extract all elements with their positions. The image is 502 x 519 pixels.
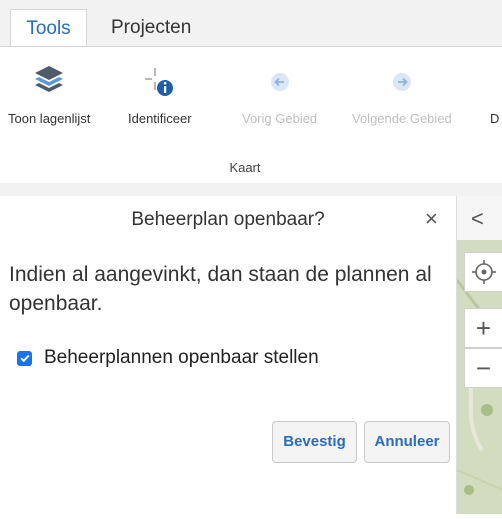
arrow-right-icon [352,62,452,102]
layers-icon [8,62,90,102]
locate-icon [471,260,496,284]
tab-tools[interactable]: Tools [10,9,87,47]
checkmark-icon [20,354,30,363]
truncated-tool-button[interactable]: D [490,62,499,126]
previous-extent-label: Vorig Gebied [242,111,318,126]
ribbon-group-label: Kaart [229,160,261,175]
cancel-button[interactable]: Annuleer [364,421,450,463]
collapse-panel-icon[interactable]: < [471,208,484,230]
locate-button[interactable] [464,252,502,292]
panel-gap [0,183,502,196]
zoom-in-button[interactable]: + [464,308,502,348]
dialog-title: Beheerplan openbaar? [131,209,325,230]
tab-projecten[interactable]: Projecten [111,9,191,47]
identify-button[interactable]: Identificeer [128,62,192,126]
next-extent-button[interactable]: Volgende Gebied [352,62,452,126]
identify-icon [128,62,192,102]
publish-checkbox-label[interactable]: Beheerplannen openbaar stellen [44,347,319,369]
confirm-button[interactable]: Bevestig [272,421,357,463]
identify-label: Identificeer [128,111,192,126]
zoom-out-button[interactable]: − [464,348,502,388]
map-panel: < + − [455,196,502,514]
publish-checkbox-row: Beheerplannen openbaar stellen [17,347,319,369]
ribbon-tab-strip: Tools Projecten [0,0,502,47]
confirm-dialog: Beheerplan openbaar? × Indien al aangevi… [0,196,456,514]
previous-extent-button[interactable]: Vorig Gebied [242,62,317,126]
show-layer-list-label: Toon lagenlijst [8,111,91,126]
next-extent-label: Volgende Gebied [352,111,452,126]
publish-checkbox[interactable] [17,350,32,366]
show-layer-list-button[interactable]: Toon lagenlijst [8,62,90,126]
close-icon[interactable]: × [425,205,438,233]
dialog-message: Indien al aangevinkt, dan staan de plann… [9,263,432,315]
truncated-tool-label: D [490,111,500,126]
ribbon-panel: Toon lagenlijst Identificeer Vorig Gebie… [0,46,502,184]
arrow-left-icon [242,62,317,102]
